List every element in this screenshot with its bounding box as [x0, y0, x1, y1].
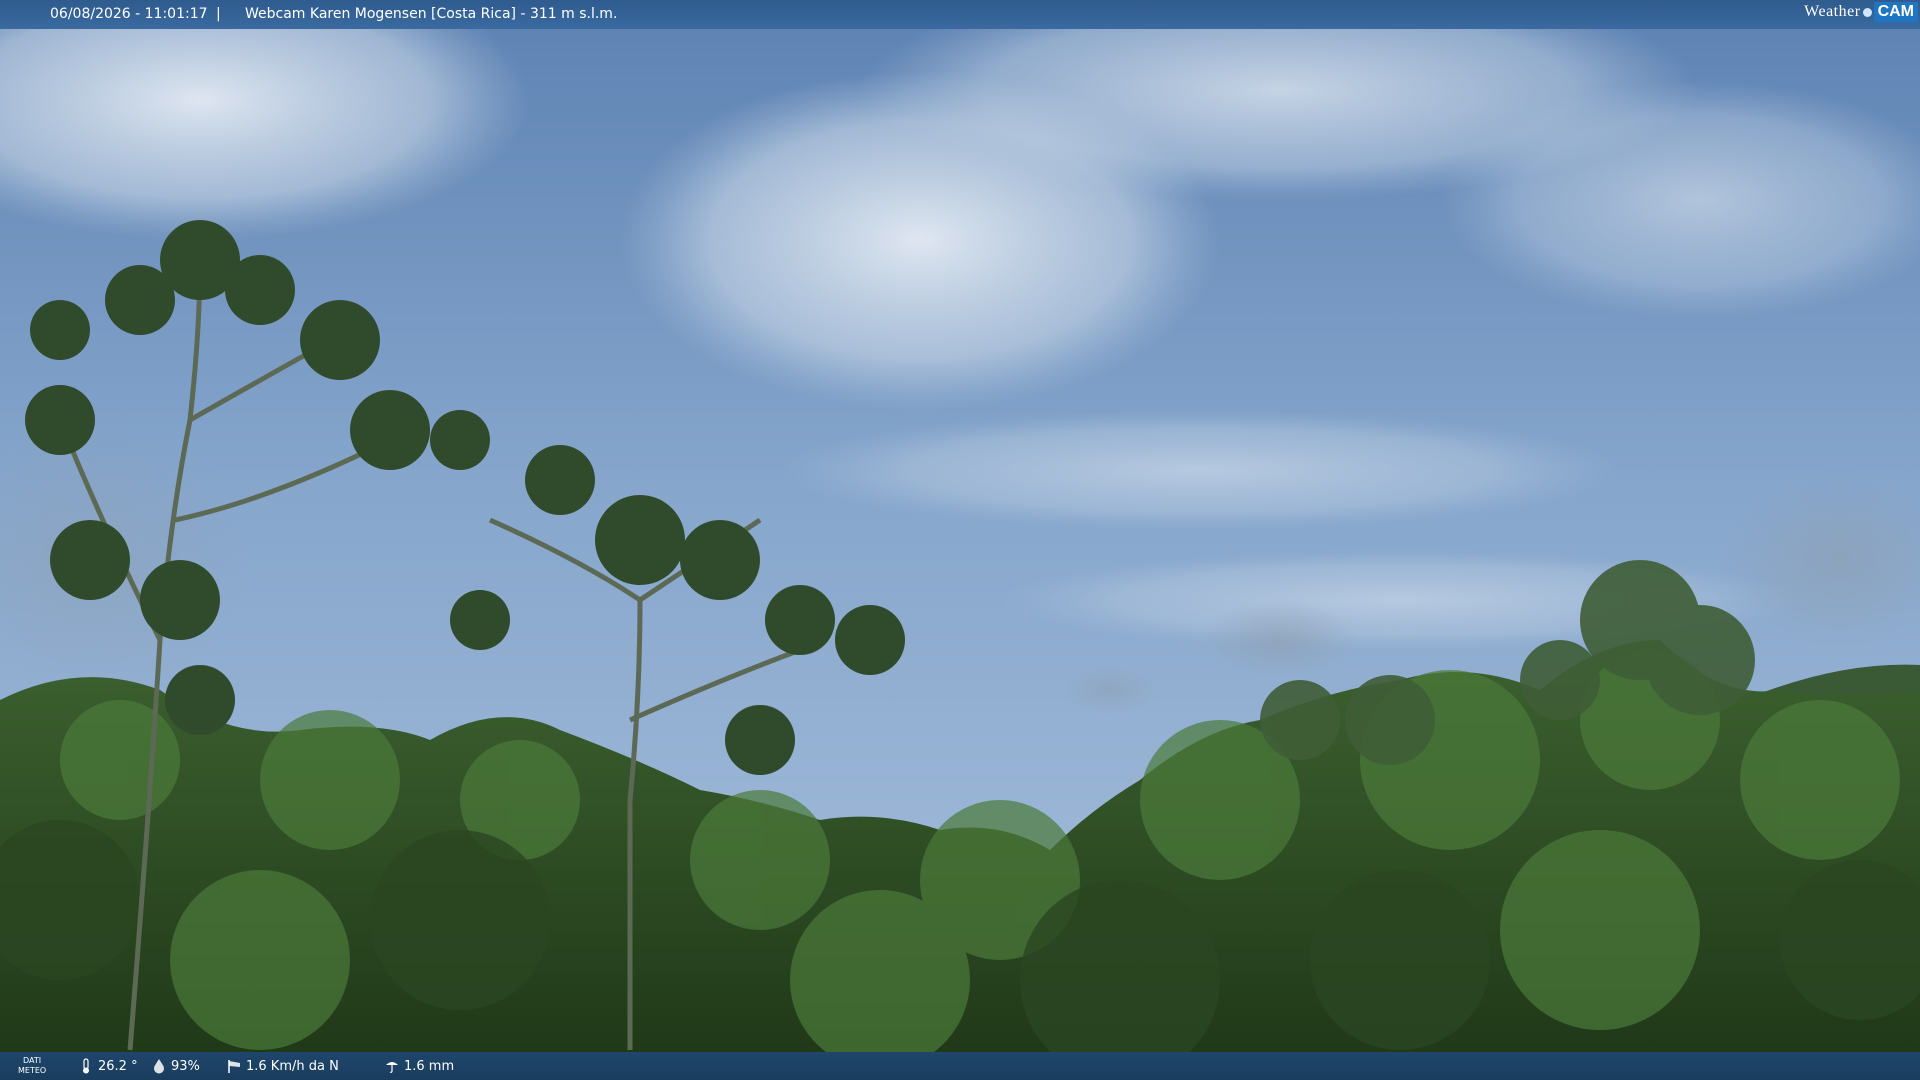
humidity-drop-icon	[154, 1059, 164, 1074]
humidity-stat: 93%	[151, 1052, 200, 1080]
wind-stat: 1.6 Km/h da N	[226, 1052, 339, 1080]
wind-sock-icon	[228, 1060, 240, 1073]
humidity-value: 93%	[171, 1058, 200, 1074]
rain-icon	[386, 1062, 398, 1073]
webcam-title: Webcam Karen Mogensen [Costa Rica] - 311…	[245, 6, 618, 22]
weather-data-label-line1: DATI	[23, 1056, 42, 1065]
logo-dot-icon	[1862, 7, 1872, 17]
weathercam-logo[interactable]: Weather CAM	[1804, 2, 1918, 22]
wind-value: 1.6 Km/h da N	[246, 1058, 339, 1074]
webcam-image	[0, 0, 1920, 1080]
thermometer-icon	[83, 1058, 89, 1074]
weather-data-label: DATI METEO	[18, 1056, 46, 1076]
header-separator: |	[216, 6, 221, 22]
logo-text-cam: CAM	[1873, 2, 1918, 22]
weather-data-label-line2: METEO	[18, 1066, 47, 1075]
weather-data-bar: DATI METEO 26.2 ° 93% 1.6 Km/h da N 1.6 …	[0, 1052, 1920, 1080]
rain-value: 1.6 mm	[404, 1058, 455, 1074]
temperature-stat: 26.2 °	[78, 1052, 138, 1080]
temperature-value: 26.2 °	[98, 1058, 138, 1074]
rain-stat: 1.6 mm	[384, 1052, 454, 1080]
webcam-header-bar: 06/08/2026 - 11:01:17 | Webcam Karen Mog…	[0, 0, 1920, 29]
timestamp: 06/08/2026 - 11:01:17	[50, 6, 208, 22]
logo-text-weather: Weather	[1804, 3, 1861, 20]
